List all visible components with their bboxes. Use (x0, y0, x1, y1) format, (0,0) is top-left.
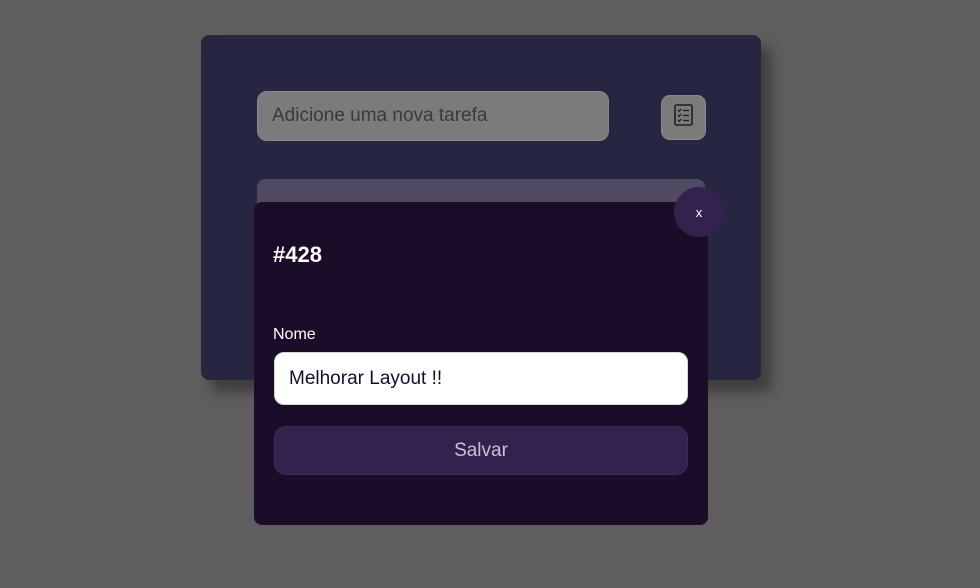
checklist-icon (673, 104, 694, 131)
new-task-input[interactable] (257, 91, 609, 141)
name-field-label: Nome (273, 326, 316, 343)
modal-title: #428 (273, 242, 322, 267)
close-modal-button[interactable]: x (674, 187, 724, 237)
task-name-input[interactable] (274, 352, 688, 405)
app-stage: #428 Nome Salvar x (0, 0, 980, 588)
save-button[interactable]: Salvar (274, 426, 688, 475)
add-task-button[interactable] (661, 95, 706, 140)
edit-task-modal: #428 Nome Salvar (254, 202, 708, 525)
